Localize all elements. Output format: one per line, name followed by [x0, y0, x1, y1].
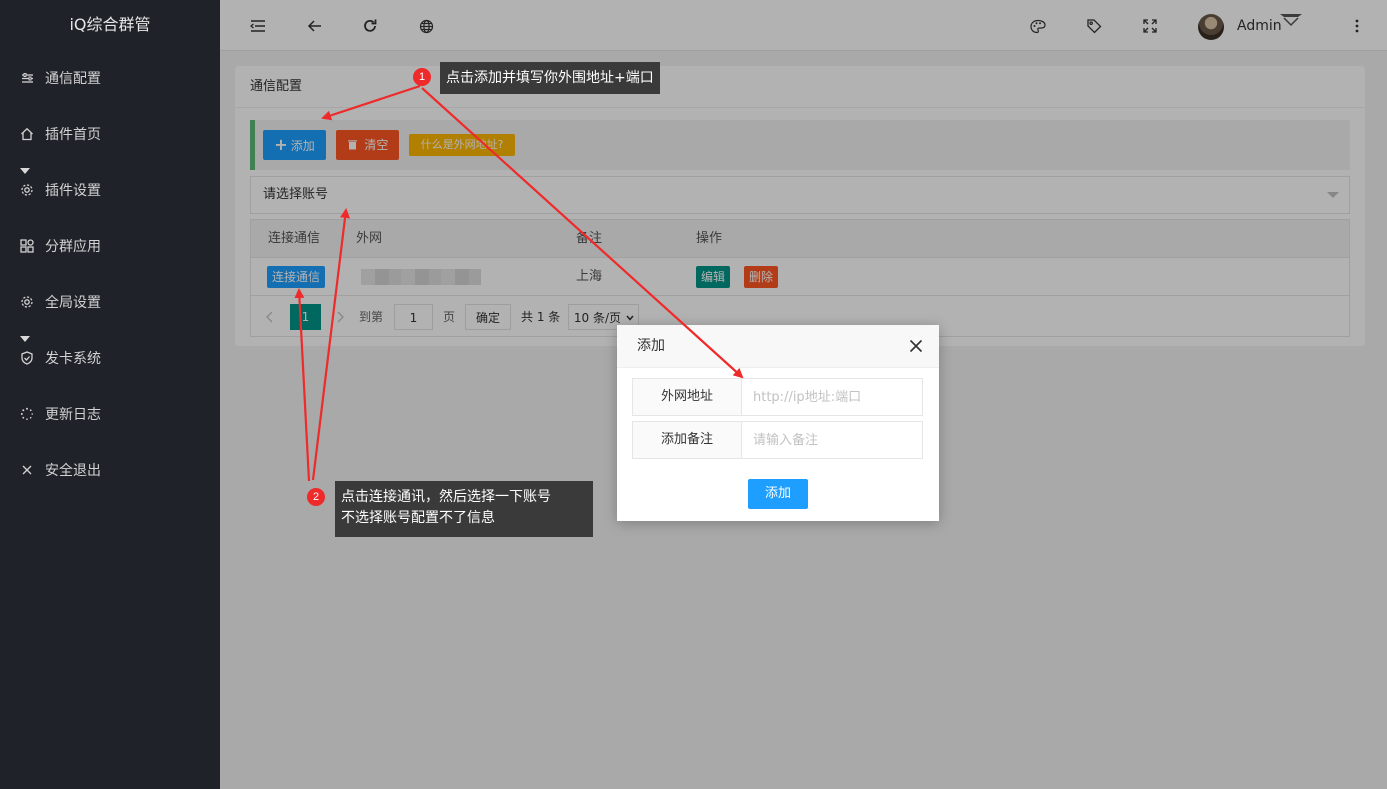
sidebar-item-group-apps[interactable]: 分群应用	[0, 218, 220, 274]
sidebar-item-comm-config[interactable]: 通信配置	[0, 50, 220, 106]
close-icon[interactable]	[909, 339, 923, 353]
annotation-number: 2	[307, 488, 325, 506]
field-label: 外网地址	[633, 379, 742, 415]
sidebar-item-global-settings[interactable]: 全局设置	[0, 274, 220, 330]
loading-icon	[20, 407, 34, 421]
home-icon	[20, 127, 34, 141]
external-address-row: 外网地址	[632, 378, 923, 416]
sidebar: iQ综合群管 通信配置 插件首页 插件设置 分群应用 全局设置 发卡系统 更新日…	[0, 0, 220, 789]
annotation-callout: 点击连接通讯，然后选择一下账号 不选择账号配置不了信息	[335, 481, 593, 537]
expand-caret-icon	[20, 336, 30, 342]
add-dialog: 添加 外网地址 添加备注 添加	[617, 325, 939, 521]
expand-caret-icon	[20, 168, 30, 174]
remark-input[interactable]	[743, 422, 922, 458]
sidebar-item-label: 发卡系统	[45, 351, 101, 367]
dialog-title: 添加	[637, 338, 665, 354]
submit-add-button[interactable]: 添加	[748, 479, 808, 509]
annotation-callout: 点击添加并填写你外围地址+端口	[440, 62, 660, 94]
dialog-header: 添加	[617, 325, 939, 368]
external-address-input[interactable]	[743, 379, 922, 415]
sidebar-item-label: 安全退出	[45, 463, 101, 479]
sidebar-item-plugin-settings[interactable]: 插件设置	[0, 162, 220, 218]
sidebar-item-label: 插件首页	[45, 127, 101, 143]
sidebar-item-plugin-home[interactable]: 插件首页	[0, 106, 220, 162]
close-icon	[20, 463, 34, 477]
sidebar-item-label: 全局设置	[45, 295, 101, 311]
sidebar-item-label: 分群应用	[45, 239, 101, 255]
shield-icon	[20, 351, 34, 365]
apps-icon	[20, 239, 34, 253]
app-title: iQ综合群管	[69, 15, 151, 34]
sidebar-item-label: 更新日志	[45, 407, 101, 423]
annotation-number: 1	[413, 68, 431, 86]
sidebar-item-label: 通信配置	[45, 71, 101, 87]
sidebar-item-card-system[interactable]: 发卡系统	[0, 330, 220, 386]
sidebar-item-changelog[interactable]: 更新日志	[0, 386, 220, 442]
sidebar-item-label: 插件设置	[45, 183, 101, 199]
sliders-icon	[20, 71, 34, 85]
sidebar-item-logout[interactable]: 安全退出	[0, 442, 220, 498]
remark-row: 添加备注	[632, 421, 923, 459]
gear-icon	[20, 183, 34, 197]
field-label: 添加备注	[633, 422, 742, 458]
gear-icon	[20, 295, 34, 309]
